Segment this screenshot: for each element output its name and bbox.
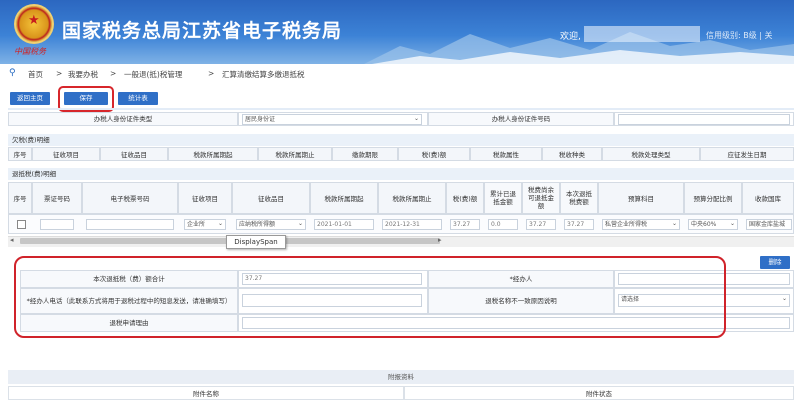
chevron-down-icon: ⌄ — [729, 220, 735, 227]
username-redacted — [584, 26, 700, 42]
levy-subitem-select[interactable]: 应纳税所得额 ⌄ — [236, 219, 306, 230]
site-title: 国家税务总局江苏省电子税务局 — [62, 20, 343, 42]
chevron-down-icon: ⌄ — [781, 295, 787, 302]
period-start-input[interactable]: 2021-01-01 — [314, 219, 374, 230]
refunded-input: 0.0 — [488, 219, 518, 230]
id-type-select[interactable]: 居民身份证 ⌄ — [242, 114, 422, 125]
location-pin-icon: ⚲ — [9, 68, 16, 78]
budget-subject-value: 私营企业所得税 — [605, 221, 648, 228]
stats-button[interactable]: 统计表 — [118, 92, 158, 105]
refund-col: 电子税票号码 — [82, 182, 178, 214]
refund-col: 征收品目 — [232, 182, 310, 214]
period-end-input[interactable]: 2021-12-31 — [382, 219, 442, 230]
refund-col: 税款所属期起 — [310, 182, 378, 214]
breadcrumb-tax[interactable]: 我要办税 — [68, 69, 98, 80]
refund-col: 收款国库 — [742, 182, 794, 214]
breadcrumb-current: 汇算清缴结算多缴退抵税 — [222, 70, 305, 79]
chevron-down-icon: ⌄ — [297, 220, 303, 227]
arrears-col: 缴款期限 — [332, 147, 398, 161]
levy-item-value: 企业所 — [187, 221, 206, 228]
refund-col: 票证号码 — [32, 182, 82, 214]
budget-subject-select[interactable]: 私营企业所得税 ⌄ — [602, 219, 680, 230]
refund-col: 本次退抵税费额 — [560, 182, 598, 214]
toolbar-divider — [8, 108, 794, 110]
id-no-input[interactable] — [618, 114, 790, 125]
ratio-select[interactable]: 中央60% ⌄ — [688, 219, 738, 230]
id-no-label: 办税人身份证件号码 — [428, 112, 614, 126]
credit-level: 信用级别: B级 | 关 — [706, 31, 773, 40]
ticket-no-input[interactable] — [40, 219, 74, 230]
tax-amount-input: 37.27 — [450, 219, 480, 230]
refund-section-title: 退抵税(费)明细 — [8, 168, 794, 180]
display-span-tooltip: DisplaySpan — [226, 235, 286, 249]
refund-col: 预算分配比例 — [684, 182, 742, 214]
arrears-section-title: 欠税(费)明细 — [8, 134, 794, 146]
arrears-col: 税款所属期止 — [258, 147, 332, 161]
refund-col: 税款所属期止 — [378, 182, 446, 214]
breadcrumb-sep: > — [110, 69, 117, 78]
attachments-title: 附报资料 — [8, 370, 794, 384]
chevron-down-icon: ⌄ — [671, 220, 677, 227]
arrears-col: 税款属性 — [470, 147, 542, 161]
e-ticket-no-input[interactable] — [86, 219, 174, 230]
breadcrumb-home[interactable]: 首页 — [28, 69, 43, 80]
arrears-col: 税收种类 — [542, 147, 602, 161]
levy-item-select[interactable]: 企业所 ⌄ — [184, 219, 226, 230]
chevron-down-icon: ⌄ — [217, 220, 223, 227]
arrears-col: 应征发生日期 — [700, 147, 794, 161]
attachment-status-col: 附件状态 — [404, 386, 794, 400]
arrears-col: 税款处理类型 — [602, 147, 700, 161]
arrears-col: 税(费)额 — [398, 147, 470, 161]
id-type-label: 办税人身份证件类型 — [8, 112, 238, 126]
this-refund-input[interactable]: 37.27 — [564, 219, 594, 230]
refund-col: 累计已退抵金额 — [484, 182, 522, 214]
refund-col: 预算科目 — [598, 182, 684, 214]
treasury-input: 国家金库盐城 — [746, 219, 792, 230]
refund-col: 税费尚余可退抵金额 — [522, 182, 560, 214]
refund-col: 税(费)额 — [446, 182, 484, 214]
breadcrumb-sep: > — [56, 69, 63, 78]
summary-highlight — [14, 256, 726, 338]
arrears-col: 序号 — [8, 147, 32, 161]
refund-col: 序号 — [8, 182, 32, 214]
tax-emblem-icon: ★ — [16, 6, 52, 42]
levy-subitem-value: 应纳税所得额 — [239, 221, 276, 228]
welcome-text: 欢迎, — [560, 32, 581, 42]
back-home-button[interactable]: 返回主页 — [10, 92, 50, 105]
scroll-right-icon[interactable]: ▸ — [438, 236, 442, 244]
refund-col: 征收项目 — [178, 182, 232, 214]
id-type-value: 居民身份证 — [245, 116, 276, 123]
arrears-col: 征收品目 — [100, 147, 168, 161]
breadcrumb-sep: > — [208, 69, 215, 78]
delete-button[interactable]: 删除 — [760, 256, 790, 269]
attachment-name-col: 附件名称 — [8, 386, 404, 400]
arrears-col: 征收项目 — [32, 147, 100, 161]
ratio-value: 中央60% — [691, 221, 717, 228]
signature-logo: 中国税务 — [14, 47, 46, 56]
row-checkbox[interactable] — [17, 220, 26, 229]
chevron-down-icon: ⌄ — [413, 115, 419, 122]
arrears-col: 税款所属期起 — [168, 147, 258, 161]
remaining-input: 37.27 — [526, 219, 556, 230]
breadcrumb-bar — [0, 64, 794, 85]
scroll-left-icon[interactable]: ◂ — [10, 236, 14, 244]
breadcrumb-refund-mgmt[interactable]: 一般退(抵)税管理 — [124, 69, 182, 80]
